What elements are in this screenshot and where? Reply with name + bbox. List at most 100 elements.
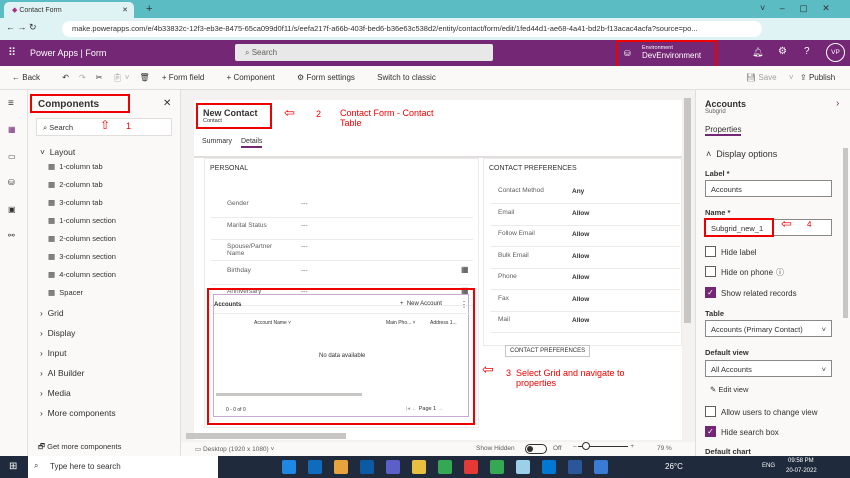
publish-button[interactable]: ⇪ Publish <box>800 73 845 82</box>
component-item[interactable]: ▦ 1-column tab <box>48 162 103 171</box>
new-account-button[interactable]: + New Account <box>400 301 442 307</box>
tab-properties[interactable]: Properties <box>705 125 742 136</box>
paste-icon[interactable]: 📋︎ ˅ <box>112 73 129 82</box>
taskbar-app-icon[interactable] <box>568 460 582 474</box>
calendar-icon[interactable]: ▦ <box>461 265 469 274</box>
taskbar-app-icon[interactable] <box>516 460 530 474</box>
form-libraries-icon[interactable]: ⚯ <box>8 231 15 240</box>
component-item[interactable]: ▦ 3-column tab <box>48 198 103 207</box>
taskbar-app-icon[interactable] <box>360 460 374 474</box>
form-header[interactable]: New Contact Contact <box>196 103 272 129</box>
taskbar-search[interactable]: ⌕ Type here to search <box>28 456 218 478</box>
switch-classic-button[interactable]: Switch to classic <box>377 73 436 82</box>
canvas-h-scrollbar[interactable] <box>186 433 346 439</box>
component-item[interactable]: ▦ 3-column section <box>48 252 116 261</box>
taskbar-app-icon[interactable] <box>334 460 348 474</box>
allow-change-checkbox[interactable] <box>705 406 716 417</box>
show-related-checkbox[interactable]: ✓ <box>705 287 716 298</box>
form-field[interactable]: Email Allow <box>490 205 680 226</box>
undo-icon[interactable]: ↶ <box>62 73 69 82</box>
language[interactable]: ENG <box>762 463 775 469</box>
weather-temp[interactable]: 26°C <box>665 462 683 471</box>
nav-icons[interactable]: ← → ↻ <box>6 22 37 33</box>
subgrid-selection[interactable]: Accounts + New Account ⋮ Account Name ˅ … <box>207 288 475 425</box>
form-field[interactable]: Birthday --- ▦ <box>211 265 473 285</box>
cut-icon[interactable]: ✂ <box>96 73 103 82</box>
search-input[interactable]: ⌕ Search <box>235 44 493 61</box>
form-field-button[interactable]: + Form field <box>162 73 214 82</box>
name-value[interactable]: Subgrid_new_1 <box>704 218 774 237</box>
preferences-section[interactable]: CONTACT PREFERENCES Contact Method Any Ema… <box>483 158 682 346</box>
display-options-header[interactable]: ˄ Display options <box>706 149 777 159</box>
hide-label-checkbox[interactable] <box>705 246 716 257</box>
col-main-phone[interactable]: Main Pho... ˅ <box>386 320 416 326</box>
component-group[interactable]: › AI Builder <box>40 368 84 378</box>
close-tab-icon[interactable]: ✕ <box>122 6 128 14</box>
app-launcher-icon[interactable]: ⠿ <box>8 46 16 59</box>
taskbar-app-icon[interactable] <box>412 460 426 474</box>
layout-group[interactable]: ˅ Layout <box>40 147 75 157</box>
taskbar-app-icon[interactable] <box>282 460 296 474</box>
url-input[interactable]: make.powerapps.com/e/4b33832c-12f3-eb3e-… <box>62 21 762 37</box>
clock-date[interactable]: 20-07-2022 <box>786 468 817 474</box>
new-tab-button[interactable]: + <box>146 3 152 15</box>
component-item[interactable]: ▦ Spacer <box>48 288 83 297</box>
info-icon[interactable]: ⓘ <box>776 267 784 278</box>
component-item[interactable]: ▦ 1-column section <box>48 216 116 225</box>
hide-search-checkbox[interactable]: ✓ <box>705 426 716 437</box>
taskbar-app-icon[interactable] <box>386 460 400 474</box>
component-item[interactable]: ▦ 4-column section <box>48 270 116 279</box>
component-group[interactable]: › Input <box>40 348 66 358</box>
avatar[interactable]: VP <box>826 43 845 62</box>
window-controls[interactable]: ˅ – ▢ ✕ <box>760 3 830 14</box>
form-field[interactable]: Contact Method Any <box>490 183 680 204</box>
components-icon[interactable]: ▦ <box>8 125 16 134</box>
help-icon[interactable]: ? <box>804 46 810 57</box>
form-field[interactable]: Bulk Email Allow <box>490 248 680 269</box>
form-settings-button[interactable]: ⚙ Form settings <box>297 73 365 82</box>
edit-view-button[interactable]: ✎ Edit view <box>710 385 748 394</box>
back-button[interactable]: ← Back <box>12 73 50 82</box>
tab-details[interactable]: Details <box>241 138 263 148</box>
gear-icon[interactable]: ⚙ <box>778 46 787 57</box>
taskbar-app-icon[interactable] <box>464 460 478 474</box>
chevron-right-icon[interactable]: › <box>836 98 839 109</box>
vertical-scrollbar[interactable] <box>684 94 691 439</box>
more-icon[interactable]: ⋮ <box>460 300 468 309</box>
tables-icon[interactable]: ⛁ <box>8 178 15 187</box>
component-item[interactable]: ▦ 2-column tab <box>48 180 103 189</box>
form-field[interactable]: Marital Status --- <box>211 220 473 240</box>
clock-time[interactable]: 09:58 PM <box>788 458 814 464</box>
taskbar-app-icon[interactable] <box>542 460 556 474</box>
taskbar-app-icon[interactable] <box>438 460 452 474</box>
delete-icon[interactable]: 🗑︎ <box>139 73 149 82</box>
component-group[interactable]: › Display <box>40 328 75 338</box>
form-field[interactable]: Spouse/Partner Name --- <box>211 241 473 261</box>
props-scrollbar[interactable] <box>843 148 848 318</box>
windows-start-icon[interactable]: ⊞ <box>9 461 17 472</box>
form-field[interactable]: Fax Allow <box>490 291 680 312</box>
accounts-subgrid[interactable]: Accounts + New Account ⋮ Account Name ˅ … <box>213 294 470 417</box>
tree-icon[interactable]: ▣ <box>8 205 16 214</box>
zoom-slider[interactable]: – + <box>573 441 634 450</box>
device-select[interactable]: ▭ Desktop (1920 x 1080) ˅ <box>195 445 274 453</box>
col-account-name[interactable]: Account Name ˅ <box>254 320 291 326</box>
menu-icon[interactable]: ≡ <box>8 98 14 109</box>
taskbar-app-icon[interactable] <box>490 460 504 474</box>
bell-icon[interactable]: 🔔︎ <box>752 47 763 58</box>
browser-tab[interactable]: ◆ Contact Form ✕ <box>4 2 134 18</box>
environment-picker[interactable]: ⛁ Environment DevEnvironment <box>616 40 717 68</box>
form-field[interactable]: Follow Email Allow <box>490 226 680 247</box>
horizontal-scrollbar[interactable] <box>216 393 362 396</box>
view-select[interactable]: All Accounts ˅ <box>705 360 832 377</box>
hide-phone-checkbox[interactable] <box>705 266 716 277</box>
table-select[interactable]: Accounts (Primary Contact) ˅ <box>705 320 832 337</box>
close-icon[interactable]: ✕ <box>163 98 171 109</box>
save-button[interactable]: 💾︎ Save ˅ <box>746 73 794 82</box>
component-button[interactable]: + Component <box>227 73 285 82</box>
redo-icon[interactable]: ↷ <box>79 73 86 82</box>
tab-summary[interactable]: Summary <box>202 138 232 145</box>
col-address[interactable]: Address 1... <box>430 320 457 326</box>
taskbar-app-icon[interactable] <box>308 460 322 474</box>
label-input[interactable]: Accounts <box>705 180 832 197</box>
